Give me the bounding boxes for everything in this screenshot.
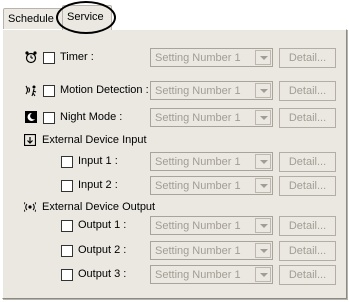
- output-2-label: Output 2 :: [78, 244, 127, 256]
- chevron-down-icon[interactable]: [255, 110, 271, 125]
- night-mode-checkbox[interactable]: [43, 112, 55, 124]
- output-3-row: Output 3 : Setting Number 1 Detail...: [3, 265, 343, 285]
- output-2-setting-value: Setting Number 1: [155, 245, 241, 257]
- output-1-setting-value: Setting Number 1: [155, 220, 241, 232]
- input-1-setting-select[interactable]: Setting Number 1: [150, 152, 273, 171]
- timer-setting-select[interactable]: Setting Number 1: [150, 48, 273, 67]
- external-device-output-title: External Device Output: [42, 201, 156, 213]
- tab-service-label: Service: [67, 11, 104, 23]
- chevron-down-icon[interactable]: [255, 267, 271, 282]
- motion-detection-row: Motion Detection : Setting Number 1 Deta…: [3, 81, 343, 101]
- input-device-icon: [24, 134, 36, 146]
- output-1-detail-button[interactable]: Detail...: [279, 216, 336, 236]
- output-2-checkbox[interactable]: [61, 245, 73, 257]
- output-3-setting-value: Setting Number 1: [155, 269, 241, 281]
- input-1-checkbox[interactable]: [61, 156, 73, 168]
- input-2-setting-value: Setting Number 1: [155, 180, 241, 192]
- night-mode-label: Night Mode :: [60, 111, 123, 123]
- input-2-detail-button[interactable]: Detail...: [279, 176, 336, 196]
- night-mode-setting-select[interactable]: Setting Number 1: [150, 108, 273, 127]
- motion-detection-label: Motion Detection :: [60, 84, 149, 96]
- timer-setting-value: Setting Number 1: [155, 52, 241, 64]
- night-mode-setting-value: Setting Number 1: [155, 112, 241, 124]
- output-device-icon: [24, 202, 36, 212]
- motion-detection-setting-select[interactable]: Setting Number 1: [150, 81, 273, 100]
- timer-row: Timer : Setting Number 1 Detail...: [3, 48, 343, 68]
- input-1-row: Input 1 : Setting Number 1 Detail...: [3, 152, 343, 172]
- tab-schedule-label: Schedule: [8, 13, 54, 25]
- output-1-row: Output 1 : Setting Number 1 Detail...: [3, 216, 343, 236]
- chevron-down-icon[interactable]: [255, 83, 271, 98]
- output-1-setting-select[interactable]: Setting Number 1: [150, 216, 273, 235]
- output-3-checkbox[interactable]: [61, 269, 73, 281]
- night-mode-icon: [25, 111, 37, 123]
- chevron-down-icon[interactable]: [255, 178, 271, 193]
- timer-checkbox[interactable]: [43, 52, 55, 64]
- output-2-setting-select[interactable]: Setting Number 1: [150, 241, 273, 260]
- input-2-checkbox[interactable]: [61, 180, 73, 192]
- output-2-detail-button[interactable]: Detail...: [279, 241, 336, 261]
- chevron-down-icon[interactable]: [255, 154, 271, 169]
- chevron-down-icon[interactable]: [255, 243, 271, 258]
- input-2-setting-select[interactable]: Setting Number 1: [150, 176, 273, 195]
- external-device-input-title: External Device Input: [42, 134, 147, 146]
- output-3-detail-button[interactable]: Detail...: [279, 265, 336, 285]
- output-3-setting-select[interactable]: Setting Number 1: [150, 265, 273, 284]
- timer-label: Timer :: [60, 51, 94, 63]
- input-1-label: Input 1 :: [78, 155, 118, 167]
- input-2-label: Input 2 :: [78, 179, 118, 191]
- night-mode-detail-button[interactable]: Detail...: [279, 108, 336, 128]
- input-2-row: Input 2 : Setting Number 1 Detail...: [3, 176, 343, 196]
- external-device-output-heading: External Device Output: [24, 200, 274, 216]
- output-3-label: Output 3 :: [78, 268, 127, 280]
- chevron-down-icon[interactable]: [255, 50, 271, 65]
- tab-service[interactable]: Service: [62, 5, 112, 30]
- motion-detection-icon: [25, 85, 37, 97]
- output-1-label: Output 1 :: [78, 219, 127, 231]
- timer-icon: [25, 51, 37, 64]
- motion-detection-detail-button[interactable]: Detail...: [279, 81, 336, 101]
- output-1-checkbox[interactable]: [61, 220, 73, 232]
- service-panel: Timer : Setting Number 1 Detail... Motio…: [2, 29, 347, 299]
- tab-schedule[interactable]: Schedule: [3, 8, 67, 30]
- timer-detail-button[interactable]: Detail...: [279, 48, 336, 68]
- chevron-down-icon[interactable]: [255, 218, 271, 233]
- input-1-setting-value: Setting Number 1: [155, 156, 241, 168]
- output-2-row: Output 2 : Setting Number 1 Detail...: [3, 241, 343, 261]
- night-mode-row: Night Mode : Setting Number 1 Detail...: [3, 108, 343, 128]
- motion-detection-setting-value: Setting Number 1: [155, 85, 241, 97]
- input-1-detail-button[interactable]: Detail...: [279, 152, 336, 172]
- motion-detection-checkbox[interactable]: [43, 85, 55, 97]
- external-device-input-heading: External Device Input: [24, 133, 274, 149]
